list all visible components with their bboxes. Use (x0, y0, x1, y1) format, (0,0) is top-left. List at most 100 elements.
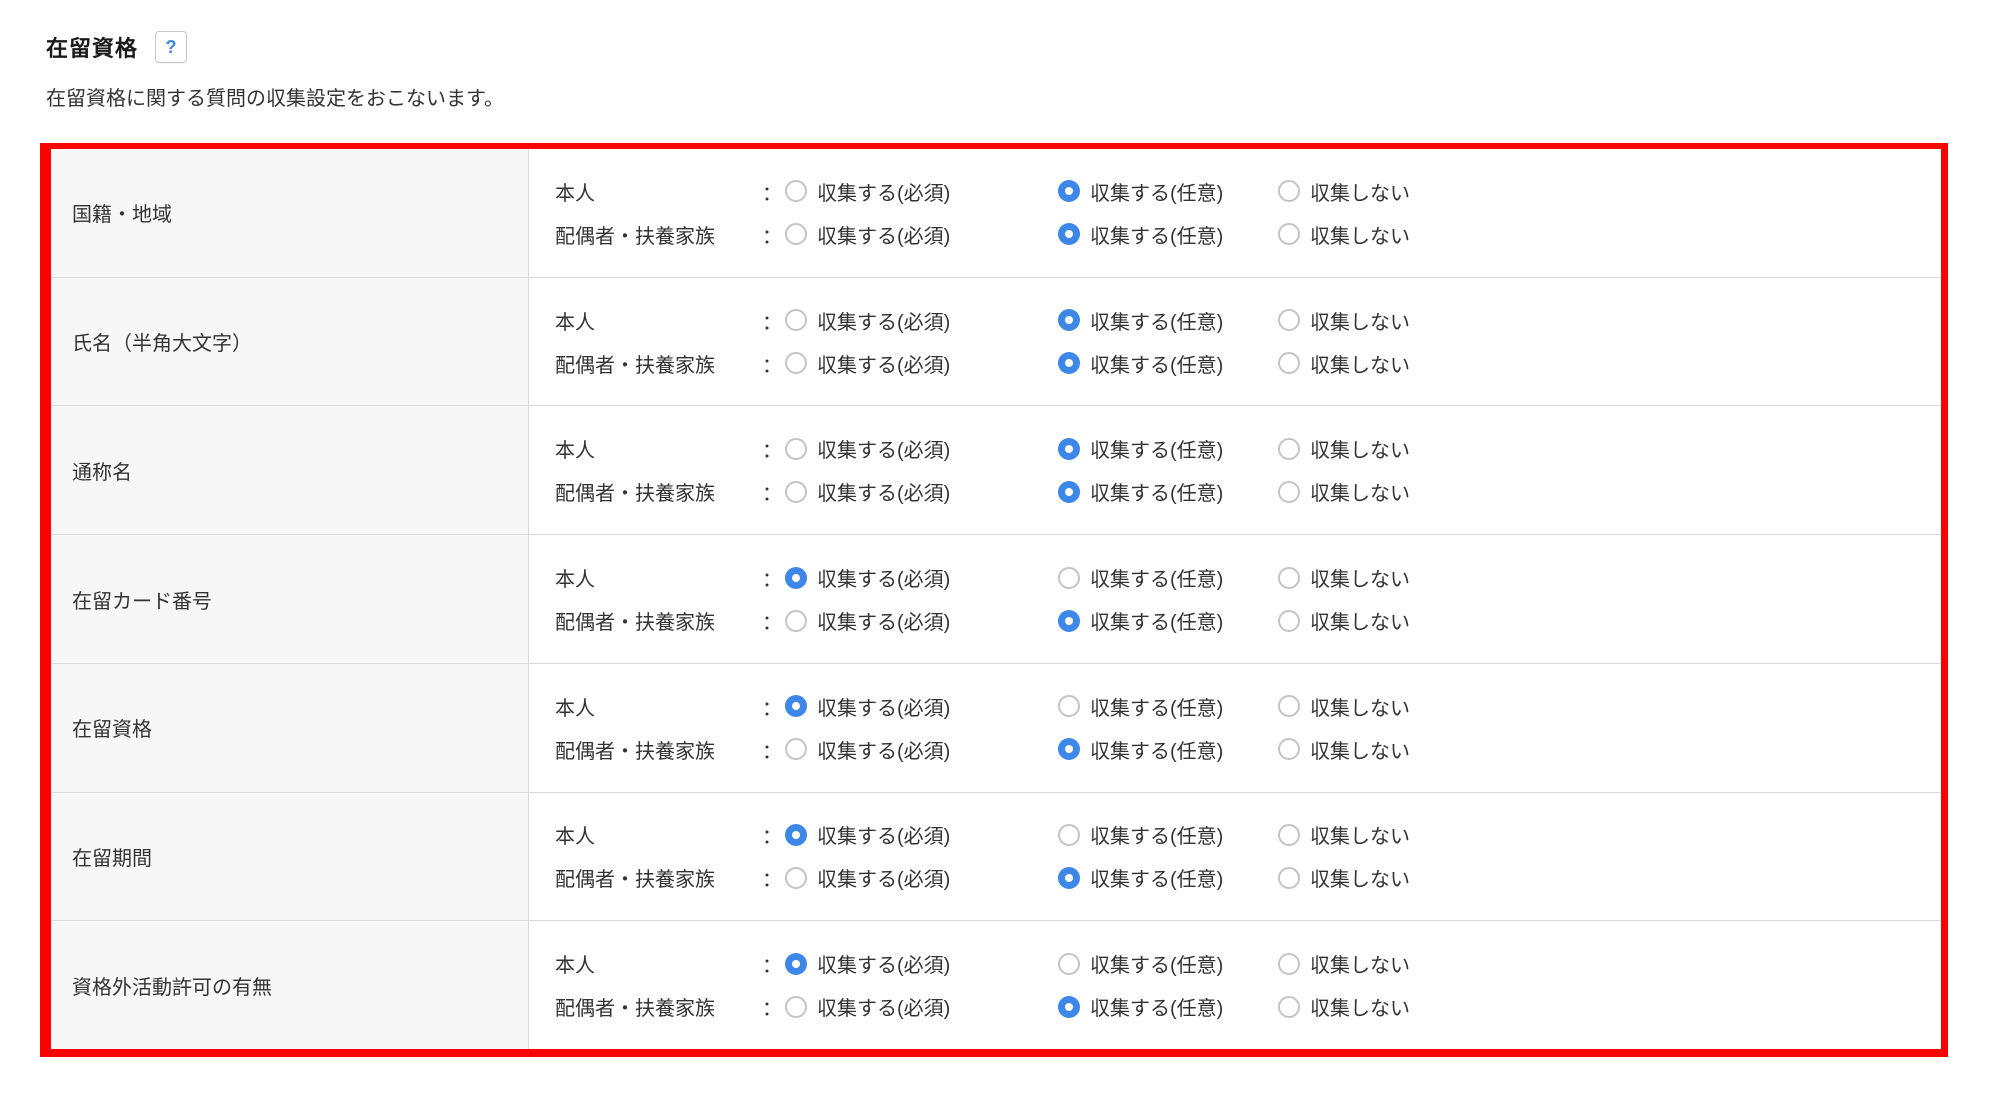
radio-option-label[interactable]: 収集する(任意) (1090, 434, 1223, 463)
radio-option-required[interactable]: 収集する(必須) (785, 949, 1058, 978)
radio-option-optional[interactable]: 収集する(任意) (1058, 992, 1278, 1021)
radio-option-optional[interactable]: 収集する(任意) (1058, 692, 1278, 721)
radio-none[interactable] (1278, 481, 1300, 503)
radio-option-label[interactable]: 収集する(必須) (817, 863, 950, 892)
radio-none[interactable] (1278, 738, 1300, 760)
radio-option-none[interactable]: 収集しない (1278, 434, 1410, 463)
radio-none[interactable] (1278, 438, 1300, 460)
radio-option-required[interactable]: 収集する(必須) (785, 177, 1058, 206)
radio-option-optional[interactable]: 収集する(任意) (1058, 434, 1278, 463)
radio-option-label[interactable]: 収集する(任意) (1090, 992, 1223, 1021)
radio-option-label[interactable]: 収集する(必須) (817, 820, 950, 849)
radio-optional-selected[interactable] (1058, 438, 1080, 460)
radio-option-required[interactable]: 収集する(必須) (785, 735, 1058, 764)
radio-option-optional[interactable]: 収集する(任意) (1058, 949, 1278, 978)
radio-optional-selected[interactable] (1058, 223, 1080, 245)
radio-optional[interactable] (1058, 567, 1080, 589)
radio-option-label[interactable]: 収集する(任意) (1090, 220, 1223, 249)
radio-required[interactable] (785, 352, 807, 374)
radio-option-required[interactable]: 収集する(必須) (785, 434, 1058, 463)
radio-option-label[interactable]: 収集する(必須) (817, 563, 950, 592)
radio-option-optional[interactable]: 収集する(任意) (1058, 735, 1278, 764)
radio-required-selected[interactable] (785, 824, 807, 846)
radio-none[interactable] (1278, 352, 1300, 374)
radio-option-optional[interactable]: 収集する(任意) (1058, 863, 1278, 892)
radio-option-optional[interactable]: 収集する(任意) (1058, 606, 1278, 635)
radio-option-none[interactable]: 収集しない (1278, 949, 1410, 978)
radio-optional-selected[interactable] (1058, 867, 1080, 889)
radio-option-label[interactable]: 収集しない (1310, 735, 1410, 764)
radio-option-label[interactable]: 収集する(任意) (1090, 949, 1223, 978)
radio-option-required[interactable]: 収集する(必須) (785, 606, 1058, 635)
radio-required-selected[interactable] (785, 567, 807, 589)
radio-required[interactable] (785, 481, 807, 503)
radio-optional-selected[interactable] (1058, 352, 1080, 374)
radio-option-label[interactable]: 収集しない (1310, 606, 1410, 635)
radio-option-label[interactable]: 収集する(必須) (817, 949, 950, 978)
radio-none[interactable] (1278, 996, 1300, 1018)
radio-option-label[interactable]: 収集する(必須) (817, 992, 950, 1021)
radio-optional-selected[interactable] (1058, 996, 1080, 1018)
radio-option-required[interactable]: 収集する(必須) (785, 220, 1058, 249)
radio-option-optional[interactable]: 収集する(任意) (1058, 220, 1278, 249)
radio-option-required[interactable]: 収集する(必須) (785, 477, 1058, 506)
radio-option-label[interactable]: 収集しない (1310, 306, 1410, 335)
radio-option-label[interactable]: 収集する(任意) (1090, 306, 1223, 335)
radio-none[interactable] (1278, 610, 1300, 632)
radio-option-label[interactable]: 収集する(必須) (817, 434, 950, 463)
radio-option-none[interactable]: 収集しない (1278, 563, 1410, 592)
radio-option-none[interactable]: 収集しない (1278, 177, 1410, 206)
radio-optional-selected[interactable] (1058, 180, 1080, 202)
radio-option-label[interactable]: 収集しない (1310, 563, 1410, 592)
radio-none[interactable] (1278, 223, 1300, 245)
radio-option-required[interactable]: 収集する(必須) (785, 992, 1058, 1021)
radio-option-none[interactable]: 収集しない (1278, 820, 1410, 849)
radio-optional-selected[interactable] (1058, 738, 1080, 760)
radio-none[interactable] (1278, 180, 1300, 202)
radio-none[interactable] (1278, 953, 1300, 975)
radio-option-none[interactable]: 収集しない (1278, 306, 1410, 335)
radio-required-selected[interactable] (785, 953, 807, 975)
radio-option-label[interactable]: 収集する(必須) (817, 735, 950, 764)
radio-none[interactable] (1278, 309, 1300, 331)
radio-option-label[interactable]: 収集しない (1310, 177, 1410, 206)
radio-option-optional[interactable]: 収集する(任意) (1058, 477, 1278, 506)
radio-optional-selected[interactable] (1058, 610, 1080, 632)
radio-option-label[interactable]: 収集する(必須) (817, 220, 950, 249)
radio-option-optional[interactable]: 収集する(任意) (1058, 177, 1278, 206)
radio-option-label[interactable]: 収集する(任意) (1090, 735, 1223, 764)
radio-option-label[interactable]: 収集しない (1310, 820, 1410, 849)
radio-required[interactable] (785, 438, 807, 460)
radio-option-label[interactable]: 収集する(必須) (817, 692, 950, 721)
radio-optional[interactable] (1058, 824, 1080, 846)
radio-option-label[interactable]: 収集する(任意) (1090, 692, 1223, 721)
radio-optional[interactable] (1058, 695, 1080, 717)
radio-required[interactable] (785, 738, 807, 760)
radio-option-optional[interactable]: 収集する(任意) (1058, 563, 1278, 592)
radio-option-required[interactable]: 収集する(必須) (785, 306, 1058, 335)
radio-option-label[interactable]: 収集しない (1310, 692, 1410, 721)
radio-required-selected[interactable] (785, 695, 807, 717)
radio-none[interactable] (1278, 567, 1300, 589)
radio-option-label[interactable]: 収集する(任意) (1090, 349, 1223, 378)
radio-none[interactable] (1278, 695, 1300, 717)
radio-option-label[interactable]: 収集する(任意) (1090, 563, 1223, 592)
radio-option-none[interactable]: 収集しない (1278, 863, 1410, 892)
radio-optional-selected[interactable] (1058, 481, 1080, 503)
radio-required[interactable] (785, 867, 807, 889)
radio-option-required[interactable]: 収集する(必須) (785, 820, 1058, 849)
radio-option-none[interactable]: 収集しない (1278, 992, 1410, 1021)
radio-required[interactable] (785, 223, 807, 245)
radio-required[interactable] (785, 309, 807, 331)
help-icon[interactable]: ? (155, 31, 187, 63)
radio-option-none[interactable]: 収集しない (1278, 606, 1410, 635)
radio-option-label[interactable]: 収集しない (1310, 992, 1410, 1021)
radio-option-label[interactable]: 収集する(任意) (1090, 820, 1223, 849)
radio-optional-selected[interactable] (1058, 309, 1080, 331)
radio-option-label[interactable]: 収集しない (1310, 349, 1410, 378)
radio-option-label[interactable]: 収集する(必須) (817, 306, 950, 335)
radio-option-label[interactable]: 収集しない (1310, 220, 1410, 249)
radio-option-label[interactable]: 収集しない (1310, 434, 1410, 463)
radio-option-required[interactable]: 収集する(必須) (785, 863, 1058, 892)
radio-option-label[interactable]: 収集する(任意) (1090, 177, 1223, 206)
